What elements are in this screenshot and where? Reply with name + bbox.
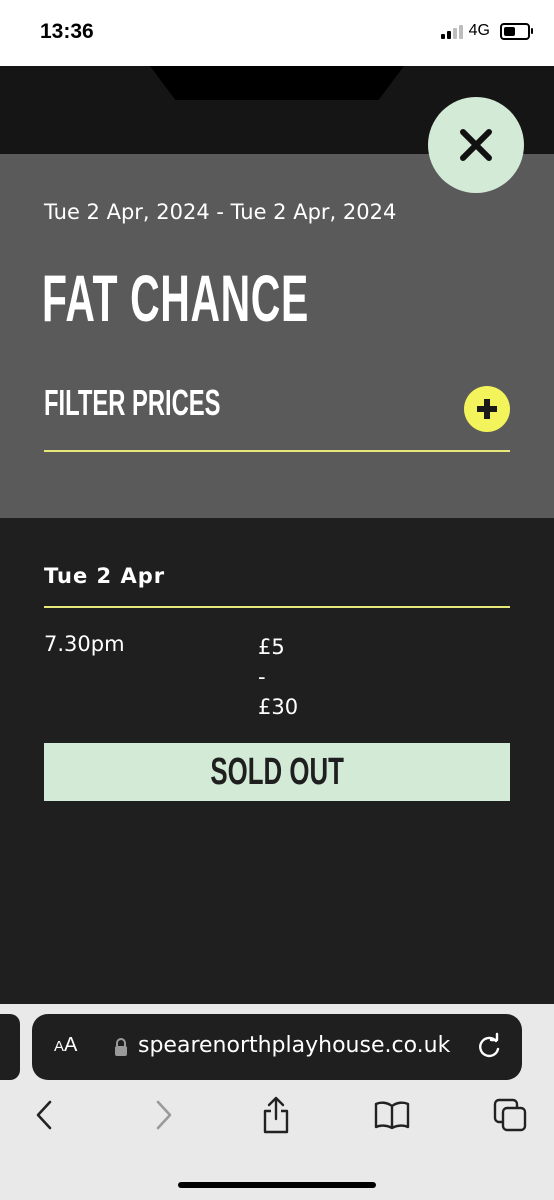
day-divider [44,606,510,608]
text-size-button[interactable]: AA [54,1034,77,1057]
signal-icon [440,23,463,39]
performance-time: 7.30pm [44,632,125,656]
price-separator: - [258,665,266,689]
price-from: £5 [258,635,285,659]
filter-divider [44,450,510,452]
performance-schedule: Tue 2 Apr 7.30pm £5 - £30 SOLD OUT [0,518,554,1004]
back-button[interactable] [26,1095,62,1135]
price-to: £30 [258,695,299,719]
address-bar[interactable]: AA spearenorthplayhouse.co.uk [32,1014,522,1080]
previous-tab-edge[interactable] [0,1014,20,1080]
chevron-left-icon [36,1100,52,1130]
filter-prices-label[interactable]: FILTER PRICES [44,380,220,426]
status-bar: 13:36 4G [0,0,554,66]
reload-icon[interactable] [474,1032,504,1062]
status-time: 13:36 [40,20,94,43]
chevron-right-icon [156,1100,172,1130]
show-title: FAT CHANCE [42,261,309,335]
show-date-range: Tue 2 Apr, 2024 - Tue 2 Apr, 2024 [44,200,397,224]
book-icon [374,1101,410,1130]
tabs-button[interactable] [492,1095,528,1135]
status-indicators: 4G [440,22,533,40]
tabs-icon [493,1098,527,1132]
battery-icon [500,22,533,40]
share-icon [263,1096,289,1134]
price-range: £5 - £30 [258,632,298,722]
close-button[interactable] [428,97,524,193]
sold-out-button[interactable]: SOLD OUT [44,743,510,801]
close-icon [460,129,492,161]
lock-icon [115,1038,127,1056]
network-type: 4G [468,22,490,39]
show-panel: Tue 2 Apr, 2024 - Tue 2 Apr, 2024 FAT CH… [0,154,554,518]
share-button[interactable] [258,1095,294,1135]
hero-image-shape [150,66,404,100]
plus-icon [477,399,497,419]
home-indicator [178,1182,376,1188]
url-text[interactable]: spearenorthplayhouse.co.uk [138,1033,450,1058]
filter-prices-toggle[interactable] [464,386,510,432]
day-heading: Tue 2 Apr [44,564,166,588]
forward-button[interactable] [146,1095,182,1135]
sold-out-label: SOLD OUT [210,750,344,793]
bookmarks-button[interactable] [374,1095,410,1135]
